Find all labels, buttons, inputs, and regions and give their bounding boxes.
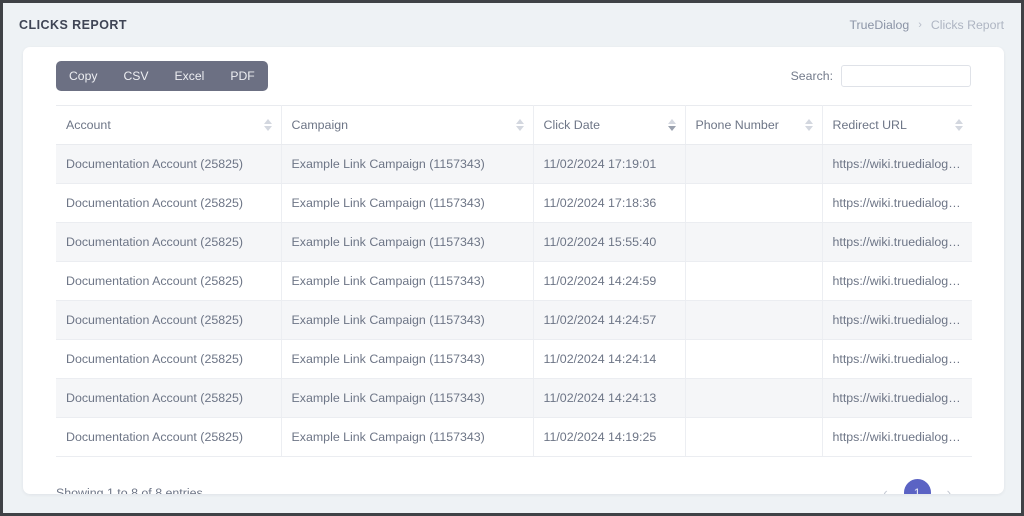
column-header-account[interactable]: Account — [56, 105, 282, 145]
pagination-previous-icon[interactable]: ‹ — [881, 485, 889, 494]
search-input[interactable] — [841, 65, 971, 87]
search-area: Search: — [791, 65, 971, 87]
cell-click-date: 11/02/2024 14:24:57 — [533, 300, 686, 340]
sort-arrows-icon[interactable] — [804, 119, 814, 131]
search-label: Search: — [790, 69, 833, 83]
excel-button[interactable]: Excel — [162, 61, 218, 91]
sort-arrows-icon[interactable] — [955, 119, 964, 131]
app-window: CLICKS REPORT TrueDialog › Clicks Report… — [0, 0, 1024, 516]
breadcrumb: TrueDialog › Clicks Report — [850, 18, 1005, 32]
breadcrumb-root-link[interactable]: TrueDialog — [850, 18, 910, 32]
pagination: ‹ 1 › — [881, 479, 953, 494]
column-header-redirect-url-label: Redirect URL — [832, 118, 907, 132]
column-header-phone-number[interactable]: Phone Number — [685, 105, 823, 145]
column-header-campaign-label: Campaign — [291, 118, 348, 132]
table-header: Account Campaign Click Date Phone Number… — [56, 105, 972, 145]
page-header: CLICKS REPORT TrueDialog › Clicks Report — [3, 3, 1021, 47]
cell-click-date: 11/02/2024 14:24:59 — [533, 261, 686, 301]
cell-click-date: 11/02/2024 17:18:36 — [533, 183, 686, 223]
table-row: Documentation Account (25825) Example Lin… — [56, 417, 972, 457]
cell-phone-number — [685, 144, 823, 184]
cell-account: Documentation Account (25825) — [56, 222, 282, 262]
cell-redirect-url: https://wiki.truedialog.com/ — [822, 417, 972, 457]
cell-phone-number — [685, 183, 823, 223]
cell-click-date: 11/02/2024 15:55:40 — [533, 222, 686, 262]
table-body: Documentation Account (25825) Example Lin… — [56, 144, 972, 457]
sort-arrows-icon[interactable] — [515, 119, 525, 131]
table-container: Account Campaign Click Date Phone Number… — [23, 105, 1004, 457]
cell-account: Documentation Account (25825) — [56, 261, 282, 301]
column-header-redirect-url[interactable]: Redirect URL — [822, 105, 972, 145]
cell-redirect-url: https://wiki.truedialog.com/ — [822, 339, 972, 379]
table-row: Documentation Account (25825) Example Lin… — [56, 222, 972, 262]
cell-redirect-url: https://wiki.truedialog.com/ — [822, 183, 972, 223]
page-title: CLICKS REPORT — [19, 18, 127, 32]
cell-click-date: 11/02/2024 14:19:25 — [533, 417, 686, 457]
table-toolbar: Copy CSV Excel PDF Search: — [23, 47, 1004, 105]
table-row: Documentation Account (25825) Example Lin… — [56, 300, 972, 340]
cell-campaign: Example Link Campaign (1157343) — [281, 417, 534, 457]
cell-redirect-url: https://wiki.truedialog.com/ — [822, 300, 972, 340]
cell-phone-number — [685, 339, 823, 379]
table-row: Documentation Account (25825) Example Lin… — [56, 378, 972, 418]
cell-campaign: Example Link Campaign (1157343) — [281, 222, 534, 262]
cell-account: Documentation Account (25825) — [56, 378, 282, 418]
pagination-next-icon[interactable]: › — [945, 485, 953, 494]
clicks-table: Account Campaign Click Date Phone Number… — [56, 105, 972, 457]
column-header-phone-number-label: Phone Number — [695, 118, 779, 132]
cell-campaign: Example Link Campaign (1157343) — [281, 144, 534, 184]
cell-phone-number — [685, 417, 823, 457]
table-row: Documentation Account (25825) Example Lin… — [56, 261, 972, 301]
cell-campaign: Example Link Campaign (1157343) — [281, 339, 534, 379]
column-header-click-date-label: Click Date — [543, 118, 600, 132]
report-card: Copy CSV Excel PDF Search: Account Campa… — [23, 47, 1004, 494]
cell-account: Documentation Account (25825) — [56, 417, 282, 457]
cell-click-date: 11/02/2024 14:24:14 — [533, 339, 686, 379]
export-button-group: Copy CSV Excel PDF — [56, 61, 268, 91]
breadcrumb-current: Clicks Report — [930, 18, 1004, 32]
pagination-page-1[interactable]: 1 — [903, 479, 931, 494]
cell-campaign: Example Link Campaign (1157343) — [281, 261, 534, 301]
column-header-click-date[interactable]: Click Date — [533, 105, 686, 145]
cell-redirect-url: https://wiki.truedialog.com/ — [822, 378, 972, 418]
cell-click-date: 11/02/2024 14:24:13 — [533, 378, 686, 418]
table-row: Documentation Account (25825) Example Lin… — [56, 144, 972, 184]
cell-phone-number — [685, 261, 823, 301]
cell-phone-number — [685, 378, 823, 418]
pdf-button[interactable]: PDF — [217, 61, 267, 91]
sort-arrows-descending-icon[interactable] — [667, 119, 677, 131]
column-header-account-label: Account — [66, 118, 111, 132]
cell-phone-number — [685, 300, 823, 340]
cell-account: Documentation Account (25825) — [56, 300, 282, 340]
cell-campaign: Example Link Campaign (1157343) — [281, 183, 534, 223]
csv-button[interactable]: CSV — [110, 61, 161, 91]
cell-account: Documentation Account (25825) — [56, 183, 282, 223]
table-header-row: Account Campaign Click Date Phone Number… — [56, 105, 972, 145]
table-row: Documentation Account (25825) Example Lin… — [56, 183, 972, 223]
cell-phone-number — [685, 222, 823, 262]
showing-entries-text: Showing 1 to 8 of 8 entries — [56, 485, 203, 495]
table-row: Documentation Account (25825) Example Lin… — [56, 339, 972, 379]
cell-redirect-url: https://wiki.truedialog.com/ — [822, 261, 972, 301]
cell-account: Documentation Account (25825) — [56, 144, 282, 184]
table-footer: Showing 1 to 8 of 8 entries ‹ 1 › — [23, 457, 1004, 494]
cell-click-date: 11/02/2024 17:19:01 — [533, 144, 686, 184]
sort-arrows-icon[interactable] — [263, 119, 273, 131]
cell-campaign: Example Link Campaign (1157343) — [281, 378, 534, 418]
cell-redirect-url: https://wiki.truedialog.com/ — [822, 144, 972, 184]
cell-account: Documentation Account (25825) — [56, 339, 282, 379]
cell-redirect-url: https://wiki.truedialog.com/ — [822, 222, 972, 262]
cell-campaign: Example Link Campaign (1157343) — [281, 300, 534, 340]
breadcrumb-separator-icon: › — [918, 19, 922, 31]
column-header-campaign[interactable]: Campaign — [281, 105, 534, 145]
copy-button[interactable]: Copy — [56, 61, 110, 91]
